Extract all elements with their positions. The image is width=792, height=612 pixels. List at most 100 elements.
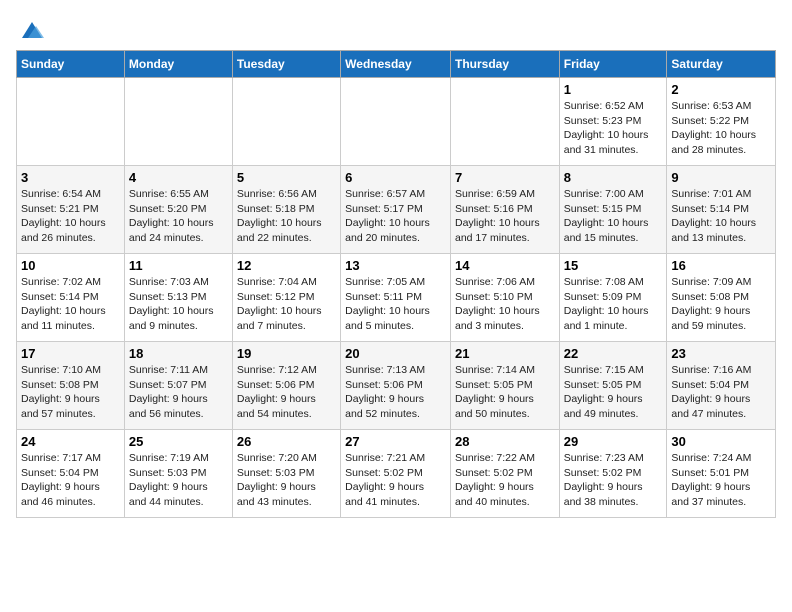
calendar-cell: 3 Sunrise: 6:54 AM Sunset: 5:21 PM Daylig…: [17, 166, 125, 254]
day-info: Sunrise: 7:04 AM Sunset: 5:12 PM Dayligh…: [237, 275, 336, 334]
logo-icon: [18, 16, 46, 44]
day-number: 21: [455, 346, 555, 361]
day-info: Sunrise: 7:24 AM Sunset: 5:01 PM Dayligh…: [671, 451, 771, 510]
day-number: 30: [671, 434, 771, 449]
day-number: 27: [345, 434, 446, 449]
day-info: Sunrise: 6:52 AM Sunset: 5:23 PM Dayligh…: [564, 99, 663, 158]
day-number: 16: [671, 258, 771, 273]
calendar-cell: 25 Sunrise: 7:19 AM Sunset: 5:03 PM Dayli…: [124, 430, 232, 518]
calendar-cell: 6 Sunrise: 6:57 AM Sunset: 5:17 PM Daylig…: [341, 166, 451, 254]
day-info: Sunrise: 7:09 AM Sunset: 5:08 PM Dayligh…: [671, 275, 771, 334]
calendar-cell: 10 Sunrise: 7:02 AM Sunset: 5:14 PM Dayli…: [17, 254, 125, 342]
day-info: Sunrise: 7:02 AM Sunset: 5:14 PM Dayligh…: [21, 275, 120, 334]
day-number: 2: [671, 82, 771, 97]
weekday-header-saturday: Saturday: [667, 51, 776, 78]
calendar-cell: 12 Sunrise: 7:04 AM Sunset: 5:12 PM Dayli…: [232, 254, 340, 342]
page-header: [16, 16, 776, 38]
day-info: Sunrise: 7:06 AM Sunset: 5:10 PM Dayligh…: [455, 275, 555, 334]
day-number: 9: [671, 170, 771, 185]
day-number: 19: [237, 346, 336, 361]
day-number: 25: [129, 434, 228, 449]
day-info: Sunrise: 6:53 AM Sunset: 5:22 PM Dayligh…: [671, 99, 771, 158]
day-number: 11: [129, 258, 228, 273]
day-number: 5: [237, 170, 336, 185]
day-info: Sunrise: 7:23 AM Sunset: 5:02 PM Dayligh…: [564, 451, 663, 510]
calendar-cell: 13 Sunrise: 7:05 AM Sunset: 5:11 PM Dayli…: [341, 254, 451, 342]
calendar-cell: 27 Sunrise: 7:21 AM Sunset: 5:02 PM Dayli…: [341, 430, 451, 518]
calendar-cell: 18 Sunrise: 7:11 AM Sunset: 5:07 PM Dayli…: [124, 342, 232, 430]
calendar-cell: 15 Sunrise: 7:08 AM Sunset: 5:09 PM Dayli…: [559, 254, 667, 342]
day-number: 23: [671, 346, 771, 361]
calendar-cell: 1 Sunrise: 6:52 AM Sunset: 5:23 PM Daylig…: [559, 78, 667, 166]
calendar-week-5: 24Sunrise: 7:17 AM Sunset: 5:04 PM Dayli…: [17, 430, 776, 518]
day-info: Sunrise: 7:20 AM Sunset: 5:03 PM Dayligh…: [237, 451, 336, 510]
calendar-table: SundayMondayTuesdayWednesdayThursdayFrid…: [16, 50, 776, 518]
day-info: Sunrise: 7:19 AM Sunset: 5:03 PM Dayligh…: [129, 451, 228, 510]
day-number: 22: [564, 346, 663, 361]
day-number: 6: [345, 170, 446, 185]
day-number: 3: [21, 170, 120, 185]
day-number: 28: [455, 434, 555, 449]
calendar-cell: 2 Sunrise: 6:53 AM Sunset: 5:22 PM Daylig…: [667, 78, 776, 166]
calendar-cell: 24Sunrise: 7:17 AM Sunset: 5:04 PM Dayli…: [17, 430, 125, 518]
day-info: Sunrise: 7:05 AM Sunset: 5:11 PM Dayligh…: [345, 275, 446, 334]
day-number: 18: [129, 346, 228, 361]
day-number: 26: [237, 434, 336, 449]
day-info: Sunrise: 7:22 AM Sunset: 5:02 PM Dayligh…: [455, 451, 555, 510]
day-info: Sunrise: 7:13 AM Sunset: 5:06 PM Dayligh…: [345, 363, 446, 422]
day-info: Sunrise: 7:01 AM Sunset: 5:14 PM Dayligh…: [671, 187, 771, 246]
day-number: 8: [564, 170, 663, 185]
calendar-week-2: 3 Sunrise: 6:54 AM Sunset: 5:21 PM Daylig…: [17, 166, 776, 254]
day-info: Sunrise: 7:10 AM Sunset: 5:08 PM Dayligh…: [21, 363, 120, 422]
calendar-cell: 30 Sunrise: 7:24 AM Sunset: 5:01 PM Dayli…: [667, 430, 776, 518]
calendar-cell: 21 Sunrise: 7:14 AM Sunset: 5:05 PM Dayli…: [450, 342, 559, 430]
calendar-week-4: 17Sunrise: 7:10 AM Sunset: 5:08 PM Dayli…: [17, 342, 776, 430]
day-number: 13: [345, 258, 446, 273]
day-info: Sunrise: 7:14 AM Sunset: 5:05 PM Dayligh…: [455, 363, 555, 422]
weekday-header-thursday: Thursday: [450, 51, 559, 78]
calendar-week-1: 1 Sunrise: 6:52 AM Sunset: 5:23 PM Daylig…: [17, 78, 776, 166]
day-info: Sunrise: 6:54 AM Sunset: 5:21 PM Dayligh…: [21, 187, 120, 246]
day-info: Sunrise: 6:59 AM Sunset: 5:16 PM Dayligh…: [455, 187, 555, 246]
day-number: 29: [564, 434, 663, 449]
calendar-cell: 11Sunrise: 7:03 AM Sunset: 5:13 PM Dayli…: [124, 254, 232, 342]
calendar-cell: 26 Sunrise: 7:20 AM Sunset: 5:03 PM Dayli…: [232, 430, 340, 518]
calendar-cell: 29 Sunrise: 7:23 AM Sunset: 5:02 PM Dayli…: [559, 430, 667, 518]
calendar-cell: 14Sunrise: 7:06 AM Sunset: 5:10 PM Dayli…: [450, 254, 559, 342]
day-info: Sunrise: 7:15 AM Sunset: 5:05 PM Dayligh…: [564, 363, 663, 422]
weekday-header-tuesday: Tuesday: [232, 51, 340, 78]
day-number: 15: [564, 258, 663, 273]
calendar-cell: 28 Sunrise: 7:22 AM Sunset: 5:02 PM Dayli…: [450, 430, 559, 518]
weekday-header-friday: Friday: [559, 51, 667, 78]
calendar-cell: [124, 78, 232, 166]
calendar-cell: 20 Sunrise: 7:13 AM Sunset: 5:06 PM Dayli…: [341, 342, 451, 430]
calendar-cell: 8 Sunrise: 7:00 AM Sunset: 5:15 PM Daylig…: [559, 166, 667, 254]
day-number: 4: [129, 170, 228, 185]
day-info: Sunrise: 7:00 AM Sunset: 5:15 PM Dayligh…: [564, 187, 663, 246]
day-number: 10: [21, 258, 120, 273]
calendar-cell: 16 Sunrise: 7:09 AM Sunset: 5:08 PM Dayli…: [667, 254, 776, 342]
calendar-cell: [232, 78, 340, 166]
calendar-cell: 4 Sunrise: 6:55 AM Sunset: 5:20 PM Daylig…: [124, 166, 232, 254]
day-info: Sunrise: 6:55 AM Sunset: 5:20 PM Dayligh…: [129, 187, 228, 246]
calendar-week-3: 10 Sunrise: 7:02 AM Sunset: 5:14 PM Dayli…: [17, 254, 776, 342]
calendar-cell: 7Sunrise: 6:59 AM Sunset: 5:16 PM Daylig…: [450, 166, 559, 254]
day-info: Sunrise: 6:57 AM Sunset: 5:17 PM Dayligh…: [345, 187, 446, 246]
day-info: Sunrise: 7:16 AM Sunset: 5:04 PM Dayligh…: [671, 363, 771, 422]
day-number: 12: [237, 258, 336, 273]
calendar-cell: 9 Sunrise: 7:01 AM Sunset: 5:14 PM Daylig…: [667, 166, 776, 254]
day-info: Sunrise: 7:17 AM Sunset: 5:04 PM Dayligh…: [21, 451, 120, 510]
weekday-header-row: SundayMondayTuesdayWednesdayThursdayFrid…: [17, 51, 776, 78]
day-info: Sunrise: 7:21 AM Sunset: 5:02 PM Dayligh…: [345, 451, 446, 510]
weekday-header-wednesday: Wednesday: [341, 51, 451, 78]
calendar-cell: [341, 78, 451, 166]
calendar-cell: 23 Sunrise: 7:16 AM Sunset: 5:04 PM Dayli…: [667, 342, 776, 430]
calendar-cell: 22 Sunrise: 7:15 AM Sunset: 5:05 PM Dayli…: [559, 342, 667, 430]
day-number: 1: [564, 82, 663, 97]
day-number: 20: [345, 346, 446, 361]
day-info: Sunrise: 7:11 AM Sunset: 5:07 PM Dayligh…: [129, 363, 228, 422]
day-info: Sunrise: 6:56 AM Sunset: 5:18 PM Dayligh…: [237, 187, 336, 246]
calendar-cell: [17, 78, 125, 166]
day-info: Sunrise: 7:08 AM Sunset: 5:09 PM Dayligh…: [564, 275, 663, 334]
calendar-cell: 17Sunrise: 7:10 AM Sunset: 5:08 PM Dayli…: [17, 342, 125, 430]
